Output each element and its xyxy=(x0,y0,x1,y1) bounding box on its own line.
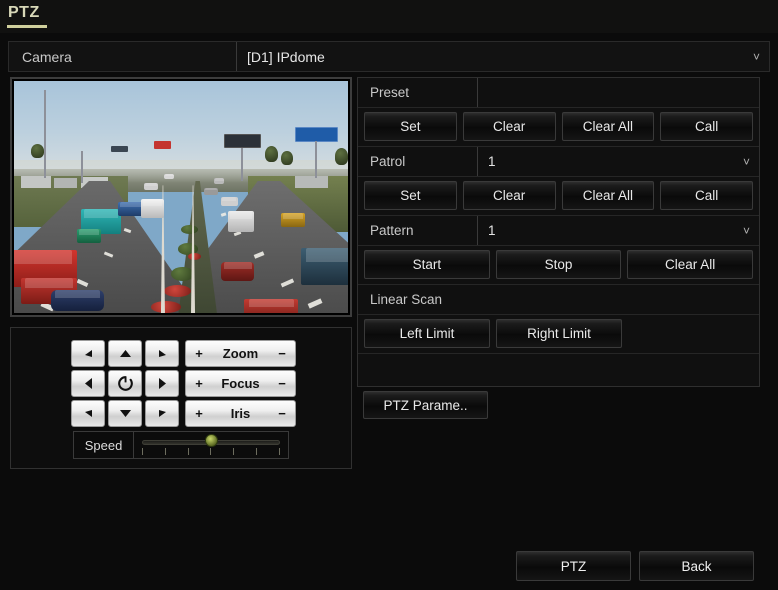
pattern-label: Pattern xyxy=(358,216,478,245)
patrol-clear-button[interactable]: Clear xyxy=(462,181,556,210)
ptz-window: PTZ Camera [D1] IPdome ˅ + Zoom − + Focu… xyxy=(0,0,778,590)
chevron-down-icon: ˅ xyxy=(742,154,750,169)
iris-label: Iris xyxy=(230,406,251,421)
lens-controls: + Zoom − + Focus − + Iris − xyxy=(185,340,296,427)
patrol-label: Patrol xyxy=(358,147,478,176)
preset-set-button[interactable]: Set xyxy=(364,112,457,141)
preset-clear-button[interactable]: Clear xyxy=(462,112,556,141)
patrol-clear-all-button[interactable]: Clear All xyxy=(561,181,655,210)
camera-selector-row: Camera [D1] IPdome ˅ xyxy=(8,41,770,72)
pan-left-button[interactable] xyxy=(71,370,105,397)
preset-input[interactable] xyxy=(478,78,759,107)
right-limit-button[interactable]: Right Limit xyxy=(496,319,622,348)
camera-select-value: [D1] IPdome xyxy=(247,48,325,65)
iris-increase-icon[interactable]: + xyxy=(194,406,204,421)
pan-down-button[interactable] xyxy=(108,400,142,427)
chevron-down-icon: ˅ xyxy=(742,223,750,238)
speed-row: Speed xyxy=(73,431,289,459)
linear-scan-button-row: Left Limit Right Limit xyxy=(358,315,759,354)
ptz-function-panel: Preset Set Clear Clear All Call Patrol 1… xyxy=(357,77,760,387)
focus-label: Focus xyxy=(221,376,260,391)
speed-handle[interactable] xyxy=(205,434,218,447)
pan-right-button[interactable] xyxy=(145,370,179,397)
zoom-control[interactable]: + Zoom − xyxy=(185,340,296,367)
video-preview-panel[interactable] xyxy=(10,77,352,317)
linear-scan-label: Linear Scan xyxy=(358,285,759,315)
pattern-select[interactable]: 1 ˅ xyxy=(478,216,759,245)
window-titlebar: PTZ xyxy=(0,0,778,33)
preset-label: Preset xyxy=(358,78,478,107)
chevron-down-icon: ˅ xyxy=(752,49,760,64)
preset-clear-all-button[interactable]: Clear All xyxy=(561,112,655,141)
patrol-button-row: Set Clear Clear All Call xyxy=(358,177,759,216)
auto-scan-button[interactable] xyxy=(108,370,142,397)
patrol-value: 1 xyxy=(488,154,496,169)
preset-button-row: Set Clear Clear All Call xyxy=(358,108,759,147)
direction-pad xyxy=(71,340,179,427)
speed-slider[interactable] xyxy=(134,432,288,458)
left-limit-button[interactable]: Left Limit xyxy=(364,319,490,348)
limit-row-spacer xyxy=(628,319,753,348)
pattern-stop-button[interactable]: Stop xyxy=(495,250,622,279)
pan-up-right-button[interactable] xyxy=(145,340,179,367)
ptz-parameter-button[interactable]: PTZ Parame.. xyxy=(363,391,488,419)
focus-decrease-icon[interactable]: − xyxy=(277,376,287,391)
zoom-label: Zoom xyxy=(222,346,259,361)
page-title: PTZ xyxy=(8,4,40,21)
pattern-row: Pattern 1 ˅ xyxy=(358,216,759,246)
ptz-control-pad-panel: + Zoom − + Focus − + Iris − Speed xyxy=(10,327,352,469)
patrol-row: Patrol 1 ˅ xyxy=(358,147,759,177)
camera-label: Camera xyxy=(9,42,237,71)
zoom-increase-icon[interactable]: + xyxy=(194,346,204,361)
title-underline xyxy=(7,25,47,28)
pattern-value: 1 xyxy=(488,223,496,238)
pattern-start-button[interactable]: Start xyxy=(364,250,490,279)
pattern-button-row: Start Stop Clear All xyxy=(358,246,759,285)
camera-select[interactable]: [D1] IPdome ˅ xyxy=(237,42,769,71)
patrol-call-button[interactable]: Call xyxy=(660,181,753,210)
video-preview-image xyxy=(14,81,348,313)
pan-up-button[interactable] xyxy=(108,340,142,367)
ptz-button[interactable]: PTZ xyxy=(516,551,631,581)
pan-down-right-button[interactable] xyxy=(145,400,179,427)
back-button[interactable]: Back xyxy=(639,551,754,581)
pattern-clear-all-button[interactable]: Clear All xyxy=(627,250,754,279)
speed-label: Speed xyxy=(74,432,134,458)
patrol-set-button[interactable]: Set xyxy=(364,181,457,210)
preset-call-button[interactable]: Call xyxy=(660,112,753,141)
iris-control[interactable]: + Iris − xyxy=(185,400,296,427)
iris-decrease-icon[interactable]: − xyxy=(277,406,287,421)
preset-row: Preset xyxy=(358,78,759,108)
focus-control[interactable]: + Focus − xyxy=(185,370,296,397)
focus-increase-icon[interactable]: + xyxy=(194,376,204,391)
pan-down-left-button[interactable] xyxy=(71,400,105,427)
speed-ticks xyxy=(142,448,280,455)
zoom-decrease-icon[interactable]: − xyxy=(277,346,287,361)
pan-up-left-button[interactable] xyxy=(71,340,105,367)
patrol-select[interactable]: 1 ˅ xyxy=(478,147,759,176)
